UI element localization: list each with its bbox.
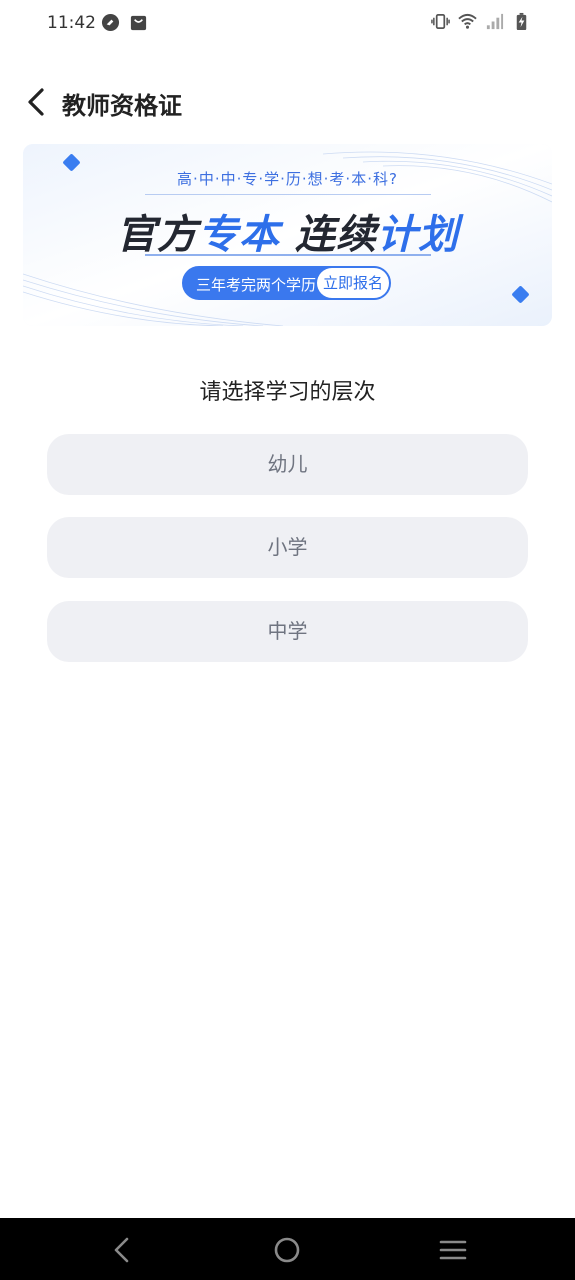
banner-divider — [145, 254, 431, 256]
cellular-signal-icon — [486, 13, 504, 30]
status-bar: 11:42 — [0, 0, 575, 48]
banner-title-part4: 计划 — [376, 212, 459, 258]
status-icons-right — [431, 12, 531, 31]
level-select-prompt: 请选择学习的层次 — [199, 380, 376, 405]
banner-title: 官方专本 连续计划 — [23, 202, 552, 260]
home-circle-icon[interactable] — [271, 1234, 303, 1266]
menu-icon[interactable] — [437, 1234, 469, 1266]
banner-title-part2: 专本 — [198, 212, 281, 258]
banner-divider-top — [145, 194, 431, 195]
register-now-button[interactable]: 立即报名 — [317, 268, 389, 298]
shopping-bag-icon — [130, 15, 147, 31]
option-kindergarten[interactable]: 幼儿 — [47, 434, 528, 495]
option-primary-school[interactable]: 小学 — [47, 517, 528, 578]
option-middle-school[interactable]: 中学 — [47, 601, 528, 662]
banner-pill-text: 三年考完两个学历 — [196, 276, 317, 294]
header: 教师资格证 — [0, 72, 575, 132]
vibrate-icon — [431, 13, 450, 30]
banner-title-part1: 官方 — [116, 212, 199, 258]
banner-title-part3: 连续 — [294, 212, 377, 258]
chevron-left-icon[interactable] — [22, 84, 52, 120]
page-title: 教师资格证 — [62, 92, 182, 120]
wifi-icon — [458, 13, 477, 29]
status-icons-left — [101, 13, 148, 32]
system-nav-bar — [0, 1218, 575, 1280]
promo-banner[interactable]: 高·中·中·专·学·历·想·考·本·科? 官方专本 连续计划 三年考完两个学历 … — [23, 144, 552, 326]
battery-charging-icon — [516, 12, 527, 31]
banner-subtitle: 高·中·中·专·学·历·想·考·本·科? — [177, 170, 398, 188]
app-icon — [101, 13, 120, 32]
banner-pill: 三年考完两个学历 立即报名 — [182, 266, 391, 300]
back-triangle-icon[interactable] — [106, 1234, 138, 1266]
status-time: 11:42 — [47, 13, 96, 33]
